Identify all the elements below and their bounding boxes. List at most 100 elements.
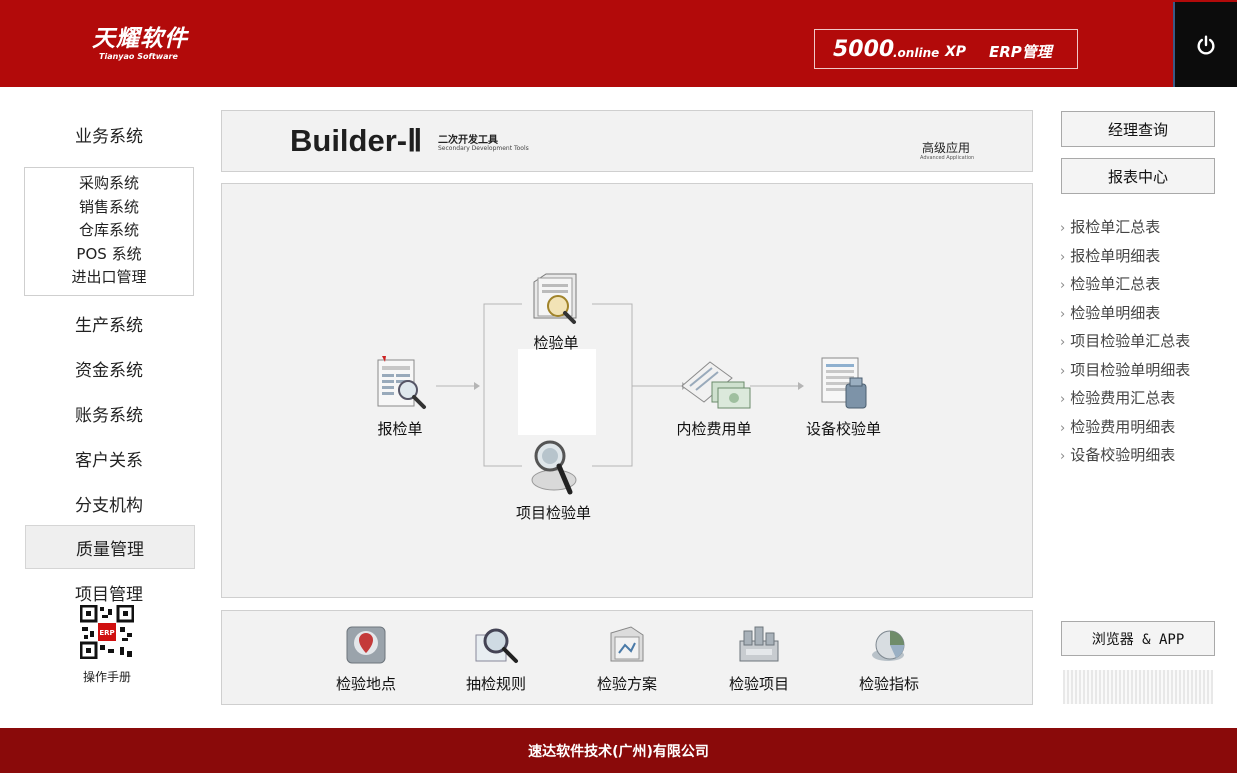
report-link-label: 设备校验明细表 bbox=[1070, 446, 1176, 464]
nav-customer[interactable]: 客户关系 bbox=[24, 446, 194, 471]
chevron-right-icon: › bbox=[1060, 306, 1066, 322]
report-link[interactable]: › 检验单明细表 bbox=[1060, 300, 1190, 329]
plan-document-icon bbox=[610, 626, 644, 662]
report-link-label: 报检单明细表 bbox=[1070, 246, 1161, 265]
node-item-inspection[interactable]: 项目检验单 bbox=[516, 434, 591, 523]
builder-title: Builder-Ⅱ bbox=[290, 123, 423, 158]
pie-chart-icon bbox=[872, 630, 905, 661]
chevron-right-icon: › bbox=[1060, 363, 1066, 379]
node-item-inspection-label: 项目检验单 bbox=[516, 504, 592, 522]
tool-inspection-items[interactable]: 检验项目 bbox=[704, 625, 814, 694]
svg-text:ERP: ERP bbox=[99, 629, 114, 637]
tool-inspection-indicators-label: 检验指标 bbox=[858, 675, 919, 693]
footer-bar: 速达软件技术(广州)有限公司 bbox=[0, 728, 1237, 773]
nav-funds[interactable]: 资金系统 bbox=[24, 356, 194, 381]
chevron-right-icon: › bbox=[1060, 221, 1066, 236]
tool-sampling-rules-label: 抽检规则 bbox=[465, 675, 526, 693]
flow-connectors bbox=[436, 303, 804, 467]
fee-bills-icon bbox=[681, 361, 751, 409]
product-number: 5000 bbox=[833, 37, 895, 62]
report-link-label: 检验单明细表 bbox=[1070, 303, 1161, 322]
manual-label[interactable]: 操作手册 bbox=[60, 668, 154, 685]
node-equipment-calibration[interactable]: 设备校验单 bbox=[806, 356, 881, 439]
node-equipment-calibration-label: 设备校验单 bbox=[806, 420, 882, 438]
report-link[interactable]: › 项目检验单汇总表 bbox=[1060, 328, 1190, 357]
report-link[interactable]: › 检验单汇总表 bbox=[1060, 271, 1190, 300]
report-link[interactable]: › 项目检验单明细表 bbox=[1060, 357, 1190, 386]
product-xp: XP bbox=[945, 44, 967, 60]
company-name: 速达软件技术(广州)有限公司 bbox=[528, 743, 709, 760]
submenu-pos[interactable]: POS 系统 bbox=[25, 243, 193, 267]
report-link-label: 报检单汇总表 bbox=[1070, 218, 1161, 236]
node-inspection-label: 检验单 bbox=[533, 334, 579, 352]
chevron-right-icon: › bbox=[1060, 249, 1066, 265]
calibration-sheet-icon bbox=[821, 357, 866, 409]
nav-quality[interactable]: 质量管理 bbox=[25, 525, 195, 569]
tool-inspection-location-label: 检验地点 bbox=[335, 675, 396, 693]
tool-inspection-plan-label: 检验方案 bbox=[596, 675, 657, 693]
power-button[interactable] bbox=[1173, 2, 1237, 87]
report-link[interactable]: › 检验费用汇总表 bbox=[1060, 385, 1190, 414]
nav-accounting[interactable]: 账务系统 bbox=[24, 401, 194, 426]
submenu-warehouse[interactable]: 仓库系统 bbox=[25, 219, 193, 243]
nav-business[interactable]: 业务系统 bbox=[24, 122, 194, 147]
header-bar: 天耀软件 Tianyao Software 5000 .online XP ER… bbox=[0, 0, 1237, 87]
chevron-right-icon: › bbox=[1060, 449, 1066, 464]
node-internal-fee[interactable]: 内检费用单 bbox=[676, 356, 752, 439]
node-report-inspection[interactable]: 报检单 bbox=[368, 354, 432, 439]
report-form-icon bbox=[377, 356, 426, 409]
location-icon bbox=[346, 626, 386, 664]
advanced-app-cn[interactable]: 高级应用 bbox=[922, 139, 970, 156]
nav-project[interactable]: 项目管理 bbox=[24, 580, 194, 605]
product-online: .online bbox=[893, 46, 940, 60]
report-center-button[interactable]: 报表中心 bbox=[1061, 158, 1215, 194]
power-icon bbox=[1197, 35, 1215, 54]
report-link[interactable]: › 报检单明细表 bbox=[1060, 243, 1190, 272]
report-link[interactable]: › 设备校验明细表 bbox=[1060, 442, 1190, 471]
tool-inspection-plan[interactable]: 检验方案 bbox=[572, 625, 682, 694]
submenu-import-export[interactable]: 进出口管理 bbox=[25, 266, 193, 290]
builder-banner[interactable]: Builder-Ⅱ 二次开发工具 Secondary Development T… bbox=[221, 110, 1033, 172]
builder-subtitle-cn: 二次开发工具 bbox=[438, 135, 498, 146]
report-link-label: 检验费用明细表 bbox=[1070, 417, 1176, 436]
logo-cn: 天耀软件 bbox=[92, 26, 188, 52]
chevron-right-icon: › bbox=[1060, 420, 1066, 436]
chevron-right-icon: › bbox=[1060, 278, 1066, 293]
report-link-label: 项目检验单明细表 bbox=[1070, 360, 1191, 379]
node-inspection[interactable]: 检验单 bbox=[528, 268, 584, 353]
flow-blank-area bbox=[518, 349, 596, 435]
app-root: 天耀软件 Tianyao Software 5000 .online XP ER… bbox=[0, 0, 1237, 773]
report-list: › 报检单汇总表 › 报检单明细表 › 检验单汇总表 › 检验单明细表 › 项目检验单汇总… bbox=[1060, 214, 1190, 471]
manager-query-button[interactable]: 经理查询 bbox=[1061, 111, 1215, 147]
product-erp: ERP管理 bbox=[989, 43, 1052, 61]
report-link[interactable]: › 报检单汇总表 bbox=[1060, 214, 1190, 243]
app-qr-strip bbox=[1063, 670, 1213, 704]
brand-logo: 天耀软件 Tianyao Software bbox=[92, 26, 188, 62]
nav-production[interactable]: 生产系统 bbox=[24, 311, 194, 336]
tool-inspection-location[interactable]: 检验地点 bbox=[311, 625, 421, 694]
sampling-search-icon bbox=[475, 628, 518, 663]
business-submenu: 采购系统 销售系统 仓库系统 POS 系统 进出口管理 bbox=[24, 167, 194, 296]
report-link-label: 检验单汇总表 bbox=[1070, 275, 1161, 293]
magnifier-icon bbox=[531, 440, 576, 495]
chevron-right-icon: › bbox=[1060, 392, 1066, 407]
tool-sampling-rules[interactable]: 抽检规则 bbox=[441, 625, 551, 694]
chevron-right-icon: › bbox=[1060, 335, 1066, 350]
submenu-sales[interactable]: 销售系统 bbox=[25, 196, 193, 220]
submenu-purchase[interactable]: 采购系统 bbox=[25, 172, 193, 196]
advanced-app-en: Advanced Application bbox=[920, 155, 975, 161]
product-badge: 5000 .online XP ERP管理 bbox=[814, 29, 1078, 69]
report-link[interactable]: › 检验费用明细表 bbox=[1060, 414, 1190, 443]
builder-subtitle-en: Secondary Development Tools bbox=[438, 145, 529, 152]
inspection-tools-bar: 检验地点 抽检规则 检验方案 检验项目 检验指标 bbox=[221, 610, 1033, 705]
tool-inspection-indicators[interactable]: 检验指标 bbox=[834, 625, 944, 694]
quality-flow-panel: 报检单 检验单 项目检验单 内检费用单 设备校验单 bbox=[221, 183, 1033, 598]
report-link-label: 项目检验单汇总表 bbox=[1070, 332, 1191, 350]
logo-en: Tianyao Software bbox=[99, 52, 178, 61]
inspection-folder-icon bbox=[533, 273, 577, 324]
nav-branch[interactable]: 分支机构 bbox=[24, 491, 194, 516]
node-report-inspection-label: 报检单 bbox=[377, 420, 423, 438]
qr-code-icon[interactable]: ERP bbox=[80, 605, 134, 659]
browser-app-button[interactable]: 浏览器 & APP bbox=[1061, 621, 1215, 656]
tool-inspection-items-label: 检验项目 bbox=[728, 675, 789, 693]
